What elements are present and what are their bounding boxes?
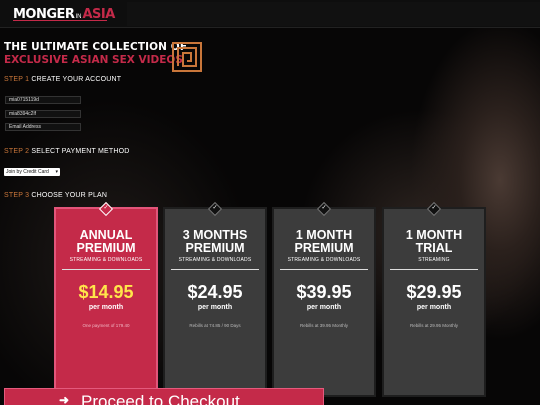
plan-name-line2: PREMIUM	[185, 241, 245, 255]
step-1-number: STEP 1	[4, 76, 30, 83]
step-2-text: SELECT PAYMENT METHOD	[31, 148, 130, 155]
plan-divider	[280, 269, 368, 270]
step-2-number: STEP 2	[4, 148, 30, 155]
step-1-text: CREATE YOUR ACCOUNT	[31, 76, 122, 83]
plan-card-1-month-trial[interactable]: ✓ 1 MONTH TRIAL STREAMING $29.95 per mon…	[382, 201, 486, 397]
plan-note: Rebills at 29.95 Monthly	[409, 323, 459, 328]
plan-note: Rebills at 39.95 Monthly	[299, 323, 349, 328]
check-icon: ✓	[321, 205, 327, 211]
top-bar: MONGER IN ASIA	[0, 0, 540, 28]
plan-divider	[171, 269, 259, 270]
check-icon: ✓	[212, 205, 218, 211]
plan-subtitle: STREAMING & DOWNLOADS	[69, 257, 143, 263]
plan-note: Rebills at 74.85 / 90 Days	[189, 323, 241, 328]
headline-line2: EXCLUSIVE ASIAN SEX VIDEOS	[4, 54, 183, 66]
step-3-heading: STEP 3 CHOOSE YOUR PLAN	[4, 192, 107, 199]
plan-subtitle: STREAMING & DOWNLOADS	[178, 257, 252, 263]
chevron-down-icon: ▾	[55, 169, 58, 175]
payment-method-select[interactable]: Join by Credit Card ▾	[4, 168, 60, 176]
check-icon: ✓	[103, 205, 109, 211]
headline: THE ULTIMATE COLLECTION OF EXCLUSIVE ASI…	[4, 41, 187, 66]
plan-name-line2: PREMIUM	[294, 241, 354, 255]
step-3-text: CHOOSE YOUR PLAN	[31, 192, 108, 199]
top-bar-panel	[127, 2, 540, 26]
payment-method-value: Join by Credit Card	[6, 169, 49, 175]
plan-subtitle: STREAMING	[418, 257, 450, 263]
arrow-right-icon: ➜	[59, 393, 70, 405]
step-3-number: STEP 3	[4, 192, 30, 199]
headline-line1: THE ULTIMATE COLLECTION OF	[4, 41, 188, 53]
step-1-heading: STEP 1 CREATE YOUR ACCOUNT	[4, 76, 121, 83]
check-icon: ✓	[431, 205, 437, 211]
plan-price: $39.95	[296, 282, 352, 302]
plan-per: per month	[88, 304, 124, 311]
plan-divider	[390, 269, 478, 270]
plan-name-line2: TRIAL	[415, 241, 453, 255]
plan-note: One payment of 179.40	[82, 323, 130, 328]
plan-subtitle: STREAMING & DOWNLOADS	[287, 257, 361, 263]
plan-card-annual[interactable]: ✓ ANNUAL PREMIUM STREAMING & DOWNLOADS $…	[54, 201, 158, 397]
plan-price: $14.95	[78, 282, 134, 302]
plan-price: $24.95	[187, 282, 243, 302]
plan-per: per month	[416, 304, 452, 311]
plan-card-3-months[interactable]: ✓ 3 MONTHS PREMIUM STREAMING & DOWNLOADS…	[163, 201, 267, 397]
username-field[interactable]: mia0715119d	[5, 96, 81, 104]
logo-underline	[13, 20, 107, 21]
email-field[interactable]: Email Address	[5, 123, 81, 131]
greek-key-icon	[172, 42, 202, 72]
plan-per: per month	[306, 304, 342, 311]
plan-card-1-month-premium[interactable]: ✓ 1 MONTH PREMIUM STREAMING & DOWNLOADS …	[272, 201, 376, 397]
plan-per: per month	[197, 304, 233, 311]
checkout-label: Proceed to Checkout	[81, 392, 240, 405]
plan-price: $29.95	[406, 282, 462, 302]
plan-name-line2: PREMIUM	[76, 241, 136, 255]
proceed-to-checkout-button[interactable]: ➜ Proceed to Checkout	[4, 388, 324, 405]
plan-divider	[62, 269, 150, 270]
password-field[interactable]: mia8394c2lf	[5, 110, 81, 118]
step-2-heading: STEP 2 SELECT PAYMENT METHOD	[4, 148, 130, 155]
